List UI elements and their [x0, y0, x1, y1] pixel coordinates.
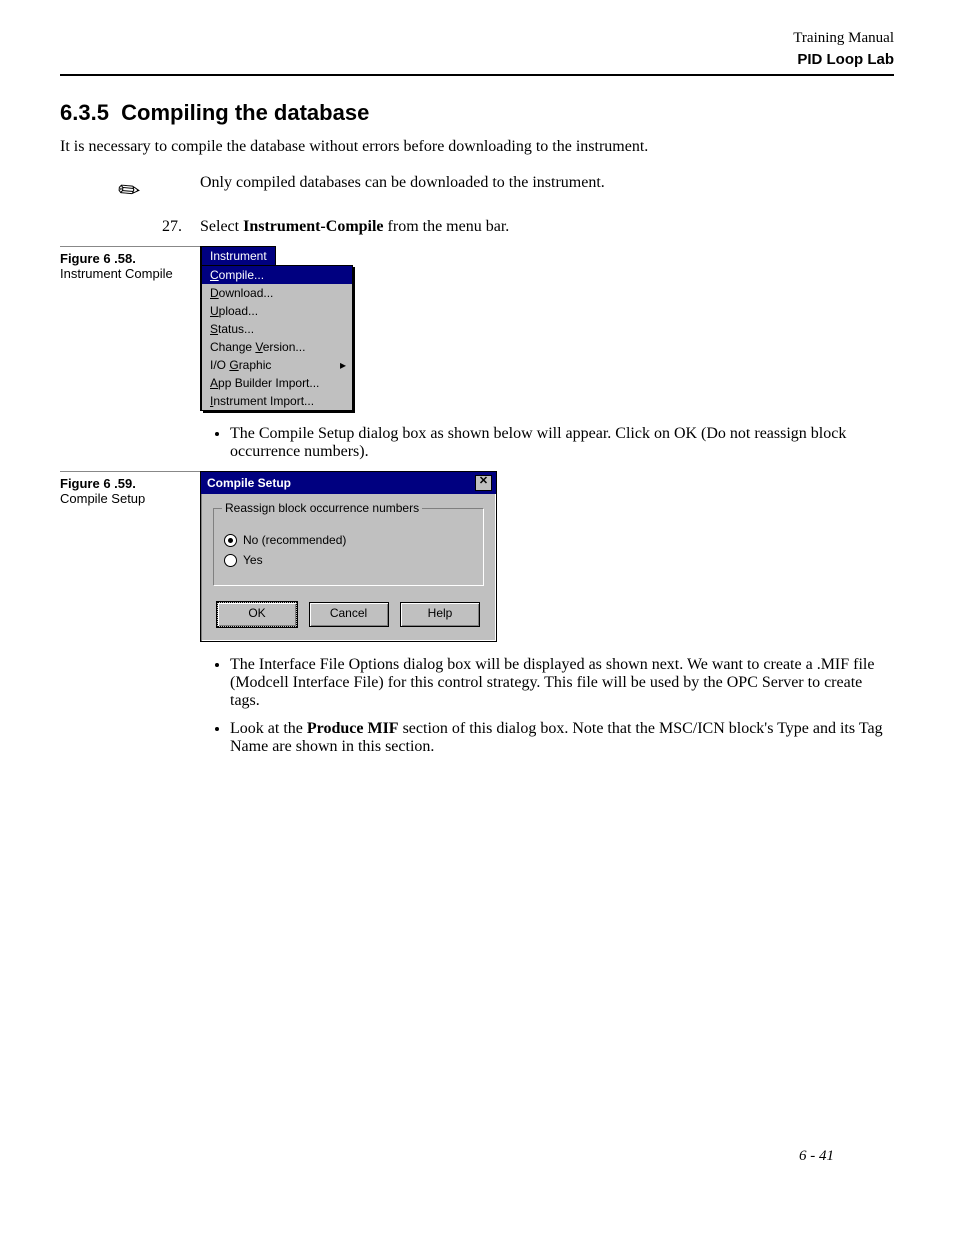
radio-no-row[interactable]: No (recommended) [224, 533, 473, 547]
dialog-titlebar: Compile Setup ✕ [201, 472, 496, 494]
figure-58-caption: Figure 6 .58. Instrument Compile [60, 246, 200, 281]
menu-item-io-graphic[interactable]: I/O Graphic▸ [202, 356, 352, 374]
bullet-compile-setup: The Compile Setup dialog box as shown be… [230, 425, 894, 461]
compile-setup-dialog: Compile Setup ✕ Reassign block occurrenc… [200, 471, 497, 642]
menu-dropdown: Compile... Download... Upload... Status.… [201, 265, 353, 411]
intro-paragraph: It is necessary to compile the database … [60, 138, 894, 156]
section-number: 6.3.5 [60, 100, 109, 125]
figure-58-text: Instrument Compile [60, 266, 190, 281]
step-number: 27. [60, 218, 200, 236]
radio-yes-label: Yes [243, 553, 263, 567]
section-heading: 6.3.5 Compiling the database [60, 100, 894, 126]
radio-no-circle[interactable] [224, 534, 237, 547]
menu-item-upload[interactable]: Upload... [202, 302, 352, 320]
bullet-interface-file: The Interface File Options dialog box wi… [230, 656, 894, 710]
figure-58-number: Figure 6 .58. [60, 251, 190, 266]
bullet3-bold: Produce MIF [307, 720, 399, 737]
figure-59-caption: Figure 6 .59. Compile Setup [60, 471, 200, 506]
figure-59-text: Compile Setup [60, 491, 190, 506]
radio-yes-circle[interactable] [224, 554, 237, 567]
help-button[interactable]: Help [400, 602, 480, 627]
menu-item-instrument-import[interactable]: Instrument Import... [202, 392, 352, 410]
menu-item-app-builder[interactable]: App Builder Import... [202, 374, 352, 392]
dialog-title: Compile Setup [207, 476, 291, 490]
reassign-groupbox: Reassign block occurrence numbers No (re… [213, 508, 484, 586]
page-number: 6 - 41 [799, 1148, 834, 1165]
submenu-arrow-icon: ▸ [340, 358, 346, 372]
figure-59-number: Figure 6 .59. [60, 476, 190, 491]
radio-yes-row[interactable]: Yes [224, 553, 473, 567]
step-suffix: from the menu bar. [384, 218, 510, 235]
menu-item-change-version[interactable]: Change Version... [202, 338, 352, 356]
pencil-note-icon: ✎ [60, 174, 200, 206]
note-text: Only compiled databases can be downloade… [200, 174, 894, 192]
cancel-button[interactable]: Cancel [309, 602, 389, 627]
step-body: Select Instrument-Compile from the menu … [200, 218, 894, 236]
step-bold: Instrument-Compile [243, 218, 383, 235]
instrument-menu: Instrument Compile... Download... Upload… [200, 246, 353, 411]
step-prefix: Select [200, 218, 243, 235]
close-icon[interactable]: ✕ [475, 475, 492, 491]
bullet-produce-mif: Look at the Produce MIF section of this … [230, 720, 894, 756]
ok-button[interactable]: OK [217, 602, 297, 627]
menu-title-instrument[interactable]: Instrument [201, 246, 276, 265]
header-manual: Training Manual [60, 30, 894, 47]
section-title: Compiling the database [121, 100, 369, 125]
header-rule [60, 74, 894, 76]
menu-item-download[interactable]: Download... [202, 284, 352, 302]
bullet3-prefix: Look at the [230, 720, 307, 737]
groupbox-label: Reassign block occurrence numbers [222, 501, 422, 515]
header-lab: PID Loop Lab [60, 51, 894, 68]
radio-no-label: No (recommended) [243, 533, 346, 547]
menu-item-compile[interactable]: Compile... [202, 266, 352, 284]
menu-item-status[interactable]: Status... [202, 320, 352, 338]
